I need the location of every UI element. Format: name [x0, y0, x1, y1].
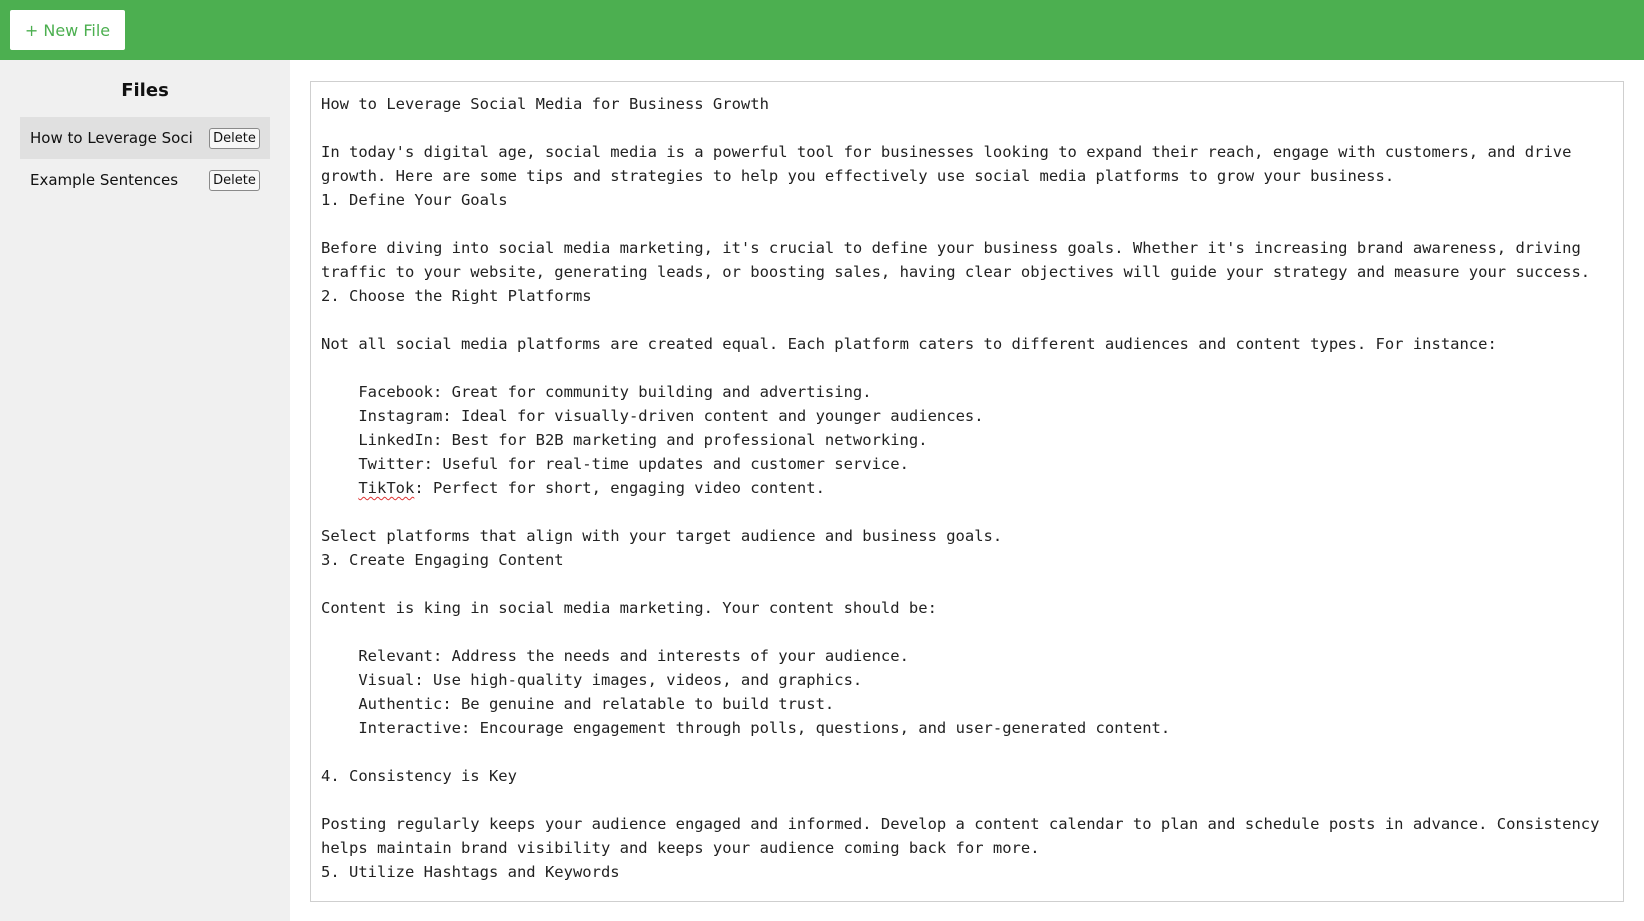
file-item-name: How to Leverage Soci — [30, 129, 193, 147]
top-toolbar: + New File — [0, 0, 1644, 60]
file-item[interactable]: Example Sentences Delete — [20, 159, 270, 201]
file-sidebar: Files How to Leverage Soci Delete Exampl… — [0, 60, 290, 921]
file-item-name: Example Sentences — [30, 171, 179, 189]
file-item[interactable]: How to Leverage Soci Delete — [20, 117, 270, 159]
text-editor[interactable]: How to Leverage Social Media for Busines… — [310, 81, 1624, 902]
delete-file-button[interactable]: Delete — [209, 169, 260, 191]
new-file-button[interactable]: + New File — [10, 10, 125, 50]
editor-content: How to Leverage Social Media for Busines… — [321, 92, 1613, 884]
editor-text-part: How to Leverage Social Media for Busines… — [321, 95, 1591, 473]
editor-text-part: : Perfect for short, engaging video cont… — [321, 479, 1600, 881]
sidebar-title: Files — [121, 80, 169, 101]
misspelled-word: TikTok — [358, 479, 415, 497]
delete-file-button[interactable]: Delete — [209, 127, 260, 149]
